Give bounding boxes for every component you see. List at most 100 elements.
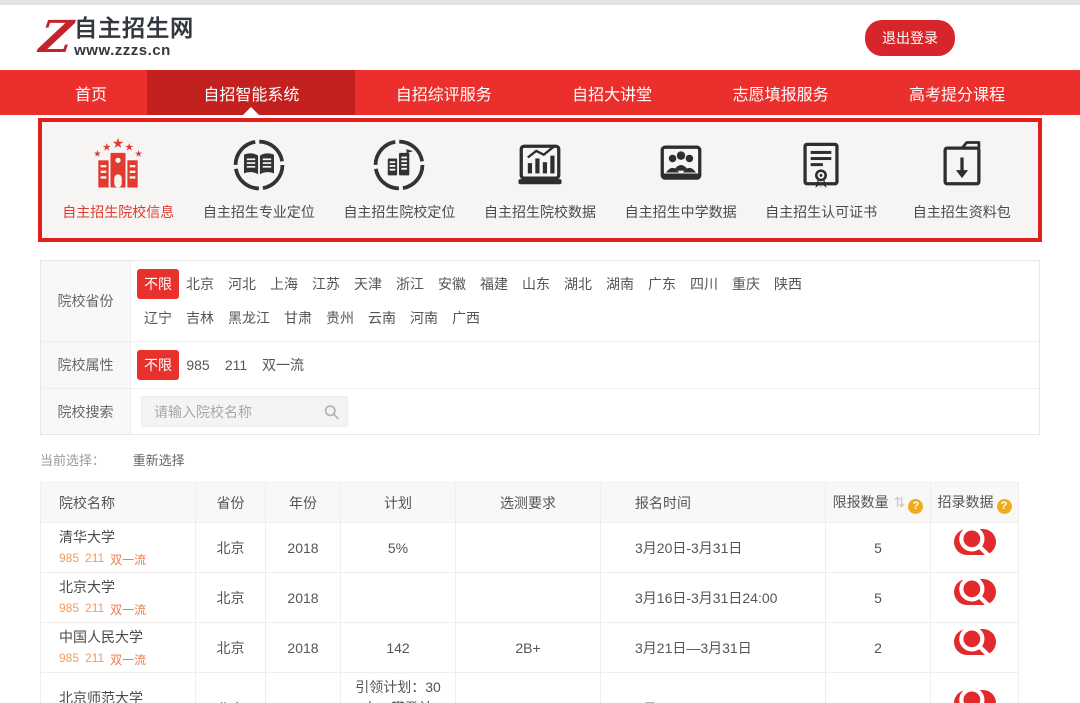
nav-item-home[interactable]: 首页: [35, 70, 147, 115]
students-group-icon: [651, 135, 711, 195]
header-signup-time: 报名时间: [601, 483, 826, 523]
feature-material-pack[interactable]: 自主招生资料包: [891, 135, 1032, 222]
logo-z-icon: Z: [37, 19, 74, 56]
province-chip[interactable]: 吉林: [179, 303, 221, 333]
province-line-2: 辽宁 吉林 黑龙江 甘肃 贵州 云南 河南 广西: [137, 301, 1033, 335]
college-search-input[interactable]: [141, 396, 348, 427]
nav-item-lecture-hall[interactable]: 自招大讲堂: [532, 70, 692, 115]
header-admission-label: 招录数据: [938, 494, 994, 510]
cell-year: 2018: [266, 623, 341, 673]
header-college-name: 院校名称: [41, 483, 196, 523]
province-chip[interactable]: 湖南: [599, 269, 641, 299]
college-name: 北京师范大学: [59, 688, 195, 703]
province-chip[interactable]: 山东: [515, 269, 557, 299]
cell-admission-data: [931, 623, 1019, 673]
province-options: 不限 北京 河北 上海 江苏 天津 浙江 安徽 福建 山东 湖北 湖南 广东 四…: [131, 261, 1039, 341]
reset-selection-link[interactable]: 重新选择: [133, 453, 185, 468]
province-chip[interactable]: 甘肃: [277, 303, 319, 333]
nav-item-score-course[interactable]: 高考提分课程: [869, 70, 1045, 115]
header-admission-data: 招录数据?: [931, 483, 1019, 523]
tag-985: 985: [59, 651, 79, 668]
view-admission-data-button[interactable]: [954, 629, 996, 655]
sort-icon[interactable]: ⇅: [894, 495, 906, 511]
attribute-chip[interactable]: 985: [179, 352, 217, 378]
province-chip[interactable]: 广西: [445, 303, 487, 333]
province-chip[interactable]: 贵州: [319, 303, 361, 333]
header-year: 年份: [266, 483, 341, 523]
table-row: 中国人民大学 985 211 双一流 北京 2018 142 2B+ 3月21日…: [41, 623, 1019, 673]
cell-college-name: 清华大学 985 211 双一流: [41, 523, 196, 573]
cell-limit: 3: [826, 673, 931, 703]
feature-college-info[interactable]: 自主招生院校信息: [48, 135, 189, 222]
table-row: 清华大学 985 211 双一流 北京 2018 5% 3月20日-3月31日 …: [41, 523, 1019, 573]
nav-item-smart-system[interactable]: 自招智能系统: [147, 70, 355, 115]
view-admission-data-button[interactable]: [954, 690, 996, 703]
feature-major-position[interactable]: 自主招生专业定位: [189, 135, 330, 222]
cell-limit: 2: [826, 623, 931, 673]
site-logo[interactable]: Z 自主招生网 www.zzzs.cn: [40, 16, 194, 58]
nav-item-application-service[interactable]: 志愿填报服务: [693, 70, 869, 115]
view-admission-data-button[interactable]: [954, 529, 996, 555]
cell-requirement: AB+: [456, 673, 601, 703]
tag-211: 211: [85, 601, 104, 618]
tag-985: 985: [59, 601, 79, 618]
province-chip[interactable]: 辽宁: [137, 303, 179, 333]
cell-plan: 引领计划：30人；攀登计划：94人: [341, 673, 456, 703]
view-admission-data-button[interactable]: [954, 579, 996, 605]
cell-signup-time: 3月21日—3月31日: [601, 623, 826, 673]
cell-signup-time: 3月21日-30日: [601, 673, 826, 703]
cell-province: 北京: [196, 523, 266, 573]
search-area: [131, 389, 1039, 434]
province-chip[interactable]: 浙江: [389, 269, 431, 299]
filter-panel: 院校省份 不限 北京 河北 上海 江苏 天津 浙江 安徽 福建 山东 湖北 湖南…: [40, 260, 1040, 435]
cell-admission-data: [931, 523, 1019, 573]
feature-certificate[interactable]: 自主招生认可证书: [751, 135, 892, 222]
attribute-chip[interactable]: 211: [217, 352, 255, 378]
logout-button[interactable]: 退出登录: [865, 20, 955, 56]
province-chip[interactable]: 河北: [221, 269, 263, 299]
feature-highschool-data[interactable]: 自主招生中学数据: [610, 135, 751, 222]
table-row: 北京师范大学 985 211 双一流 北京 2018 引领计划：30人；攀登计划…: [41, 673, 1019, 703]
province-chip[interactable]: 北京: [179, 269, 221, 299]
help-icon[interactable]: ?: [908, 499, 923, 514]
province-chip[interactable]: 黑龙江: [221, 303, 277, 333]
province-chip[interactable]: 重庆: [725, 269, 767, 299]
province-chip[interactable]: 云南: [361, 303, 403, 333]
feature-college-data[interactable]: 自主招生院校数据: [470, 135, 611, 222]
province-chip[interactable]: 陕西: [767, 269, 809, 299]
attribute-options: 不限 985 211 双一流: [131, 342, 1039, 388]
province-chip[interactable]: 福建: [473, 269, 515, 299]
province-chip[interactable]: 不限: [137, 269, 179, 299]
nav-item-comprehensive-service[interactable]: 自招综评服务: [356, 70, 532, 115]
filter-row-province: 院校省份 不限 北京 河北 上海 江苏 天津 浙江 安徽 福建 山东 湖北 湖南…: [41, 261, 1039, 342]
college-name: 北京大学: [59, 577, 195, 597]
province-chip[interactable]: 江苏: [305, 269, 347, 299]
cell-plan: 5%: [341, 523, 456, 573]
province-chip[interactable]: 广东: [641, 269, 683, 299]
header-limit: 限报数量⇅?: [826, 483, 931, 523]
search-icon[interactable]: [323, 403, 340, 420]
province-chip[interactable]: 天津: [347, 269, 389, 299]
feature-box: 自主招生院校信息 自主招生专业定位: [38, 118, 1042, 242]
province-chip[interactable]: 河南: [403, 303, 445, 333]
search-box: [141, 396, 348, 427]
province-chip[interactable]: 安徽: [431, 269, 473, 299]
bar-chart-icon: [510, 135, 570, 195]
folder-download-icon: [932, 135, 992, 195]
attribute-chip[interactable]: 双一流: [255, 350, 311, 380]
cell-admission-data: [931, 673, 1019, 703]
province-chip[interactable]: 上海: [263, 269, 305, 299]
tag-211: 211: [85, 551, 104, 568]
province-chip[interactable]: 四川: [683, 269, 725, 299]
college-name: 清华大学: [59, 527, 195, 547]
tag-985: 985: [59, 551, 79, 568]
cell-limit: 5: [826, 523, 931, 573]
feature-college-position[interactable]: 自主招生院校定位: [329, 135, 470, 222]
feature-label: 自主招生中学数据: [625, 202, 737, 222]
selection-bar: 当前选择： 重新选择: [40, 450, 1040, 469]
cell-college-name: 北京师范大学 985 211 双一流: [41, 673, 196, 703]
attribute-chip[interactable]: 不限: [137, 350, 179, 380]
search-filter-label: 院校搜索: [41, 389, 131, 434]
help-icon[interactable]: ?: [997, 499, 1012, 514]
province-chip[interactable]: 湖北: [557, 269, 599, 299]
